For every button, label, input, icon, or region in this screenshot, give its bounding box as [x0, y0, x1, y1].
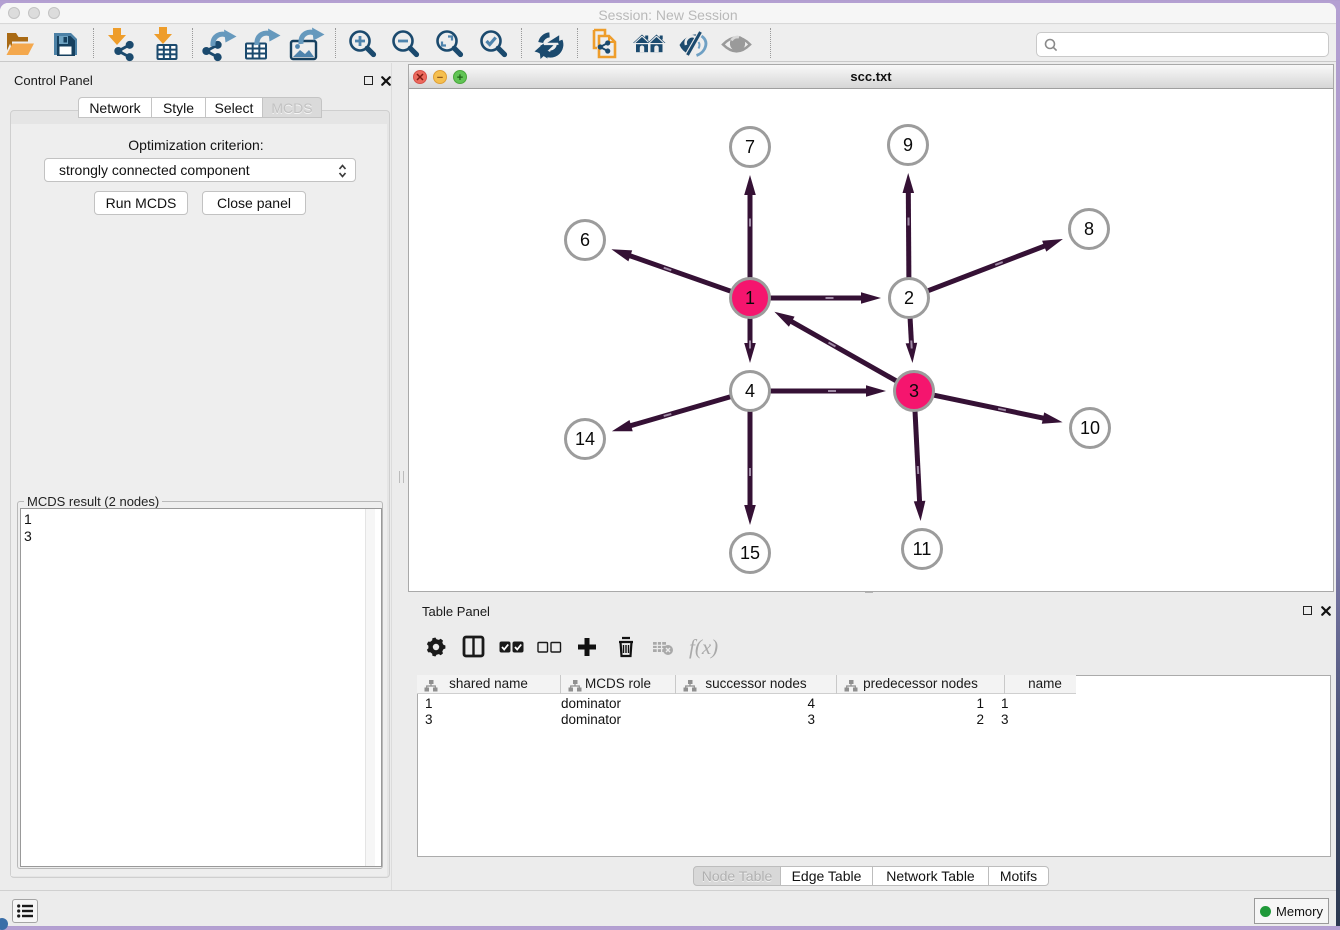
svg-text:7: 7 — [745, 137, 755, 157]
svg-text:8: 8 — [1084, 219, 1094, 239]
svg-text:9: 9 — [903, 135, 913, 155]
svg-text:10: 10 — [1080, 418, 1100, 438]
svg-text:15: 15 — [740, 543, 760, 563]
svg-text:4: 4 — [745, 381, 755, 401]
svg-text:f(x): f(x) — [689, 635, 718, 659]
svg-text:1: 1 — [745, 288, 755, 308]
svg-text:11: 11 — [913, 539, 932, 559]
svg-text:3: 3 — [909, 381, 919, 401]
svg-text:14: 14 — [575, 429, 595, 449]
svg-text:2: 2 — [904, 288, 914, 308]
svg-text:6: 6 — [580, 230, 590, 250]
